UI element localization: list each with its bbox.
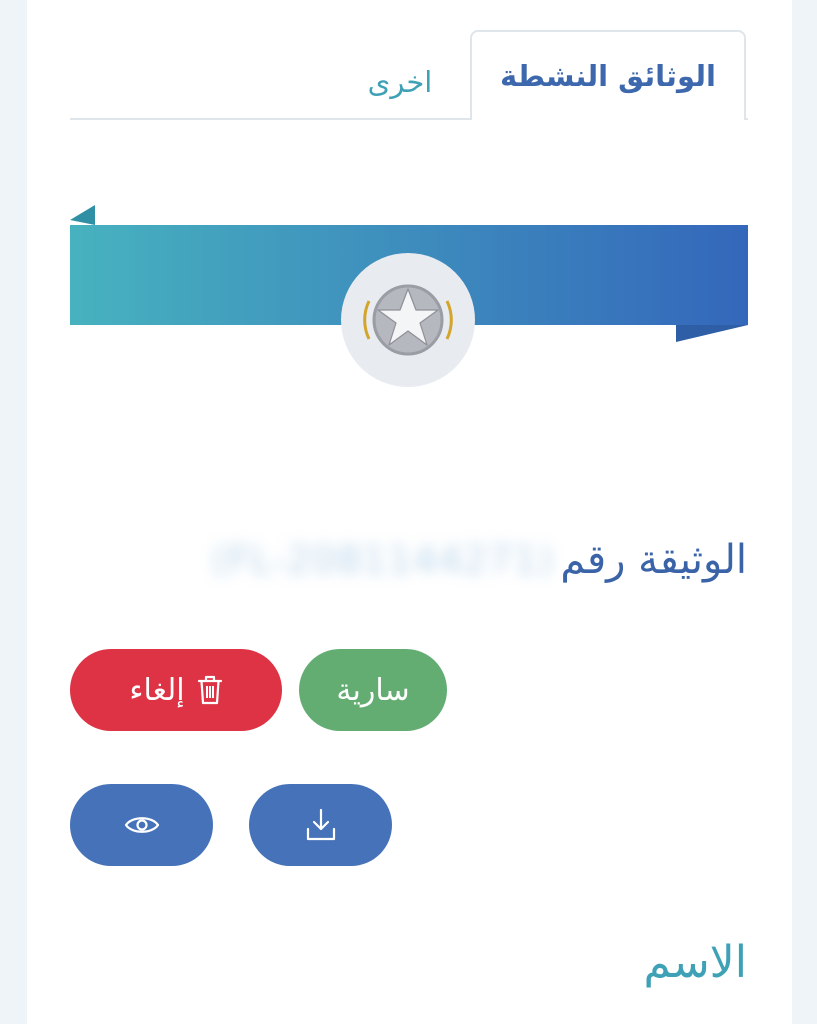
- view-button[interactable]: [70, 784, 213, 866]
- name-label-text: الاسم: [643, 936, 747, 988]
- star-icon: [363, 284, 453, 356]
- eye-icon: [124, 817, 159, 833]
- document-number: (FL-2081144271): [211, 538, 555, 582]
- status-badge: سارية: [299, 649, 447, 731]
- tab-active-documents[interactable]: الوثائق النشطة: [470, 30, 746, 120]
- cancel-label: إلغاء: [129, 672, 185, 708]
- status-label: سارية: [336, 672, 410, 708]
- trash-icon: [197, 675, 222, 705]
- document-label: الوثيقة رقم: [560, 537, 747, 583]
- download-button[interactable]: [249, 784, 392, 866]
- document-card: [27, 0, 792, 1024]
- tab-active-label: الوثائق النشطة: [500, 59, 716, 93]
- document-number-title: الوثيقة رقم (FL-2081144271): [206, 528, 747, 592]
- tab-other[interactable]: اخرى: [340, 52, 460, 112]
- name-field-label: الاسم: [644, 930, 747, 994]
- tab-other-label: اخرى: [367, 65, 433, 99]
- download-icon: [306, 808, 335, 841]
- cancel-button[interactable]: إلغاء: [70, 649, 282, 731]
- star-badge: [341, 253, 475, 387]
